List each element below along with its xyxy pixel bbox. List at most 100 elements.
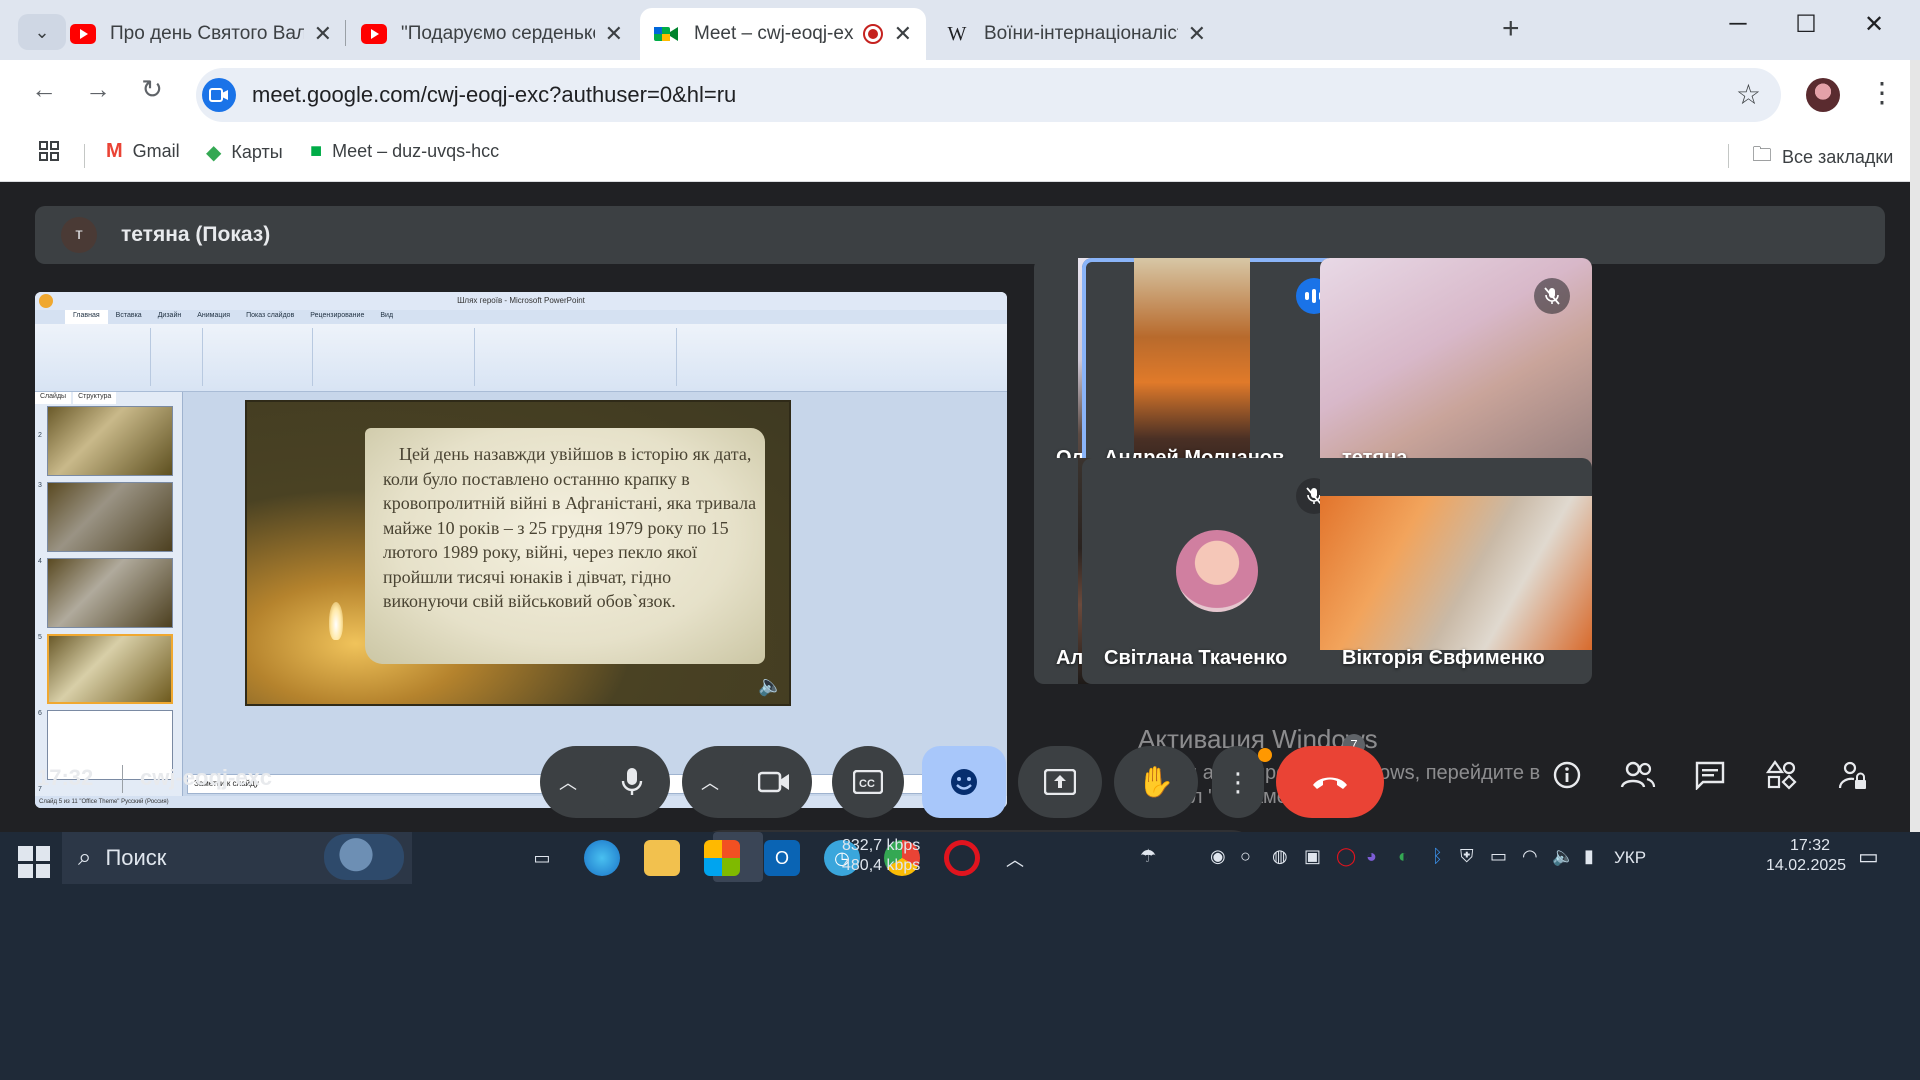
- notifications-icon[interactable]: ▭: [1858, 844, 1879, 870]
- participant-tile[interactable]: Світлана Ткаченко: [1082, 458, 1354, 684]
- task-view-icon[interactable]: ▭: [524, 840, 560, 876]
- site-info-icon[interactable]: [202, 78, 236, 112]
- participant-tile[interactable]: Вікторія Євфименко: [1320, 458, 1592, 684]
- tab-valentine[interactable]: Про день Святого Валентина для ✕: [56, 8, 346, 60]
- tab-song[interactable]: "Подаруємо серденько" пісня до ✕: [347, 8, 637, 60]
- recording-icon: [862, 24, 883, 44]
- bookmark-divider: [1728, 144, 1729, 168]
- close-icon[interactable]: ✕: [314, 21, 332, 47]
- participant-tile[interactable]: тетяна: [1320, 258, 1592, 484]
- lock-person-icon: [1838, 761, 1866, 789]
- system-clock[interactable]: 17:32 14.02.2025: [1766, 836, 1846, 876]
- bookmark-maps[interactable]: ◆ Карты: [206, 140, 283, 165]
- camera-button[interactable]: [738, 746, 810, 818]
- opera-icon[interactable]: [944, 840, 980, 876]
- battery-icon[interactable]: ▭: [1490, 846, 1507, 867]
- chevron-down-icon: ⌄: [34, 21, 50, 42]
- reload-button[interactable]: ↻: [132, 74, 172, 105]
- tray-icon[interactable]: ▣: [1304, 846, 1321, 867]
- present-screen-button[interactable]: [1018, 746, 1102, 818]
- defender-icon[interactable]: ⛨: [1460, 846, 1474, 867]
- back-button[interactable]: ←: [24, 74, 64, 105]
- bookmark-label: Gmail: [132, 141, 180, 161]
- reactions-button[interactable]: [922, 746, 1006, 818]
- participant-avatar: [1176, 530, 1258, 612]
- tab-divider: [345, 20, 346, 46]
- taskbar-search[interactable]: ⌕ Поиск: [62, 832, 412, 884]
- participant-tile-speaking[interactable]: Андрей Молчанов: [1082, 258, 1354, 484]
- shared-screen[interactable]: Шлях героїв - Microsoft PowerPoint Главн…: [35, 292, 1007, 808]
- new-tab-button[interactable]: +: [1502, 12, 1520, 46]
- bookmark-divider: [84, 144, 85, 168]
- address-bar[interactable]: meet.google.com/cwj-eoqj-exc?authuser=0&…: [196, 68, 1781, 122]
- audio-options-button[interactable]: ︿: [540, 769, 596, 795]
- globe-icon[interactable]: ◍: [1272, 846, 1288, 867]
- tab-wikipedia[interactable]: W Воїни-інтернаціоналісти — Вікіпе ✕: [930, 8, 1220, 60]
- pane-tab: Слайды: [35, 392, 72, 404]
- chat-button[interactable]: [1694, 760, 1726, 797]
- bookmark-star-icon[interactable]: ☆: [1736, 78, 1761, 111]
- slide-thumbnail[interactable]: [47, 482, 173, 552]
- all-bookmarks-button[interactable]: 🗀 Все закладки: [1752, 140, 1893, 174]
- slide-number: 4: [38, 558, 42, 565]
- start-button[interactable]: [18, 846, 50, 878]
- more-options-button[interactable]: ⋮: [1212, 746, 1264, 818]
- tray-icon[interactable]: ◉: [1210, 846, 1226, 867]
- candle-flame: [329, 602, 343, 640]
- close-icon[interactable]: ✕: [894, 21, 912, 47]
- ppt-tab: Показ слайдов: [246, 312, 295, 319]
- close-window-button[interactable]: ✕: [1844, 10, 1904, 39]
- participants-button[interactable]: [1620, 760, 1656, 797]
- search-highlight-image: [324, 834, 404, 880]
- ppt-tab: Вставка: [115, 312, 142, 319]
- slides-pane-tabs: Слайды Структура: [35, 392, 182, 404]
- office-logo: [39, 294, 53, 308]
- chat-icon: [1695, 761, 1725, 791]
- ppt-ribbon-tabs: Главная Вставка Дизайн Анимация Показ сл…: [35, 310, 1007, 324]
- wifi-icon[interactable]: ◠: [1522, 846, 1538, 867]
- file-explorer-icon[interactable]: [644, 840, 680, 876]
- leave-call-button[interactable]: [1276, 746, 1384, 818]
- bookmark-gmail[interactable]: M Gmail: [106, 140, 180, 163]
- close-icon[interactable]: ✕: [605, 21, 623, 47]
- bookmark-meet[interactable]: ■ Meet – duz-uvqs-hcc: [310, 140, 499, 163]
- minimize-button[interactable]: ─: [1708, 10, 1768, 38]
- tray-icon[interactable]: ○: [1240, 846, 1251, 867]
- video-options-button[interactable]: ︿: [682, 769, 738, 795]
- opera-tray-icon[interactable]: ◯: [1336, 846, 1356, 867]
- slide-thumbnail[interactable]: [47, 558, 173, 628]
- maximize-button[interactable]: ☐: [1776, 10, 1836, 39]
- chrome-tray-icon[interactable]: ◐: [1398, 846, 1409, 867]
- slide-thumbnail[interactable]: [47, 406, 173, 476]
- participant-name: Світлана Ткаченко: [1104, 647, 1288, 669]
- captions-button[interactable]: CC: [832, 746, 904, 818]
- windows-taskbar: ⌕ Поиск ▭ O ◷ 832,7 kbps 480,4 kbps ︿ ☂ …: [0, 832, 1920, 1080]
- edge-browser-icon[interactable]: [584, 840, 620, 876]
- microphone-tray-icon[interactable]: ▮: [1584, 846, 1594, 867]
- bluetooth-icon[interactable]: ᛒ: [1432, 846, 1443, 867]
- presenter-name: тетяна (Показ): [121, 223, 271, 246]
- language-indicator[interactable]: УКР: [1614, 848, 1646, 868]
- apps-icon[interactable]: [38, 140, 60, 162]
- volume-icon[interactable]: 🔈: [1552, 846, 1574, 867]
- network-speed: 832,7 kbps 480,4 kbps: [842, 836, 920, 876]
- activities-button[interactable]: [1765, 760, 1798, 797]
- raise-hand-button[interactable]: ✋: [1114, 746, 1198, 818]
- outlook-icon[interactable]: O: [764, 840, 800, 876]
- microphone-button[interactable]: [596, 746, 668, 818]
- slide-thumbnail-selected[interactable]: [47, 634, 173, 704]
- close-icon[interactable]: ✕: [1188, 21, 1206, 47]
- meeting-info-button[interactable]: [1552, 760, 1582, 797]
- viber-icon[interactable]: ◕: [1366, 846, 1377, 867]
- forward-button[interactable]: →: [78, 74, 118, 105]
- slide-text: Цей день назавжди увійшов в історію як д…: [383, 444, 757, 611]
- overflow-chevron-icon[interactable]: ︿: [1006, 846, 1024, 872]
- search-icon: ⌕: [78, 844, 92, 871]
- bookmarks-bar: M Gmail ◆ Карты ■ Meet – duz-uvqs-hcc 🗀 …: [0, 130, 1920, 182]
- host-controls-button[interactable]: [1838, 760, 1868, 799]
- microsoft-store-icon[interactable]: [704, 840, 740, 876]
- browser-menu-button[interactable]: ⋮: [1868, 76, 1896, 109]
- profile-avatar[interactable]: [1806, 78, 1840, 112]
- tab-meet[interactable]: Meet – cwj-eoqj-exc ✕: [640, 8, 926, 60]
- weather-umbrella-icon[interactable]: ☂: [1140, 846, 1156, 867]
